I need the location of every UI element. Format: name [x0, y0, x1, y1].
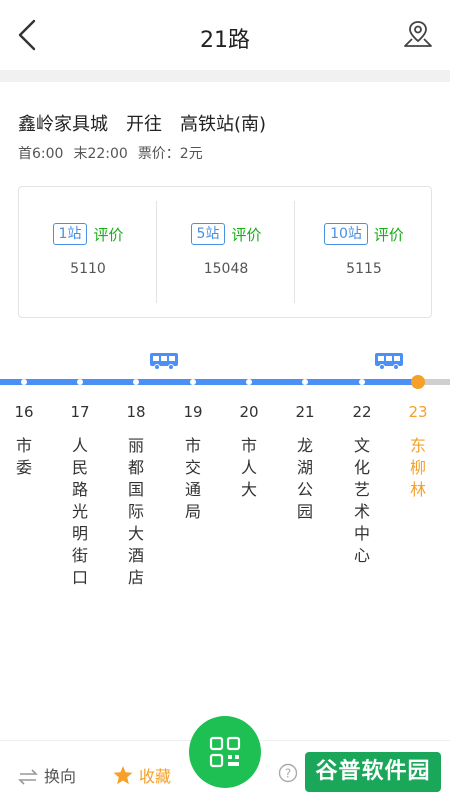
current-stop-item[interactable]: 23 东柳林	[400, 403, 436, 501]
favorite-button[interactable]: 收藏	[113, 763, 171, 787]
reverse-label: 换向	[44, 767, 77, 786]
last-bus-time: 末22:00	[73, 146, 128, 162]
rating-card: 1站 评价 5110 5站 评价 15048 10站 评价 5115	[18, 186, 432, 318]
stop-number: 23	[408, 403, 428, 421]
rating-label: 评价	[93, 225, 124, 244]
stop-item[interactable]: 21 龙湖公园	[287, 403, 323, 523]
stop-name: 人民路光明街口	[71, 436, 88, 587]
route-direction: 鑫岭家具城 开往 高铁站(南)	[18, 110, 284, 136]
stop-name: 市人大	[240, 436, 257, 499]
stop-dot	[77, 379, 83, 385]
section-divider	[0, 70, 450, 82]
stop-name: 市交通局	[184, 436, 201, 521]
route-line-passed	[0, 379, 418, 385]
stop-item[interactable]: 18 丽都国际大酒店	[118, 403, 154, 589]
stop-number: 20	[239, 403, 259, 421]
swap-icon	[18, 769, 38, 785]
map-pin-icon[interactable]	[402, 18, 434, 50]
qr-code-icon	[209, 736, 241, 768]
bus-icon	[150, 353, 178, 370]
stop-number: 18	[126, 403, 146, 421]
rating-label: 评价	[231, 225, 262, 244]
qr-scan-button[interactable]	[189, 716, 261, 788]
stop-item[interactable]: 20 市人大	[231, 403, 267, 501]
stop-number: 16	[14, 403, 34, 421]
rating-value: 5115	[346, 261, 382, 277]
star-icon	[113, 766, 133, 785]
stop-item[interactable]: 19 市交通局	[175, 403, 211, 523]
stop-name: 丽都国际大酒店	[127, 436, 144, 587]
stop-dot	[302, 379, 308, 385]
stop-count-badge: 1站	[52, 223, 88, 245]
rating-cell-10[interactable]: 10站 评价 5115	[295, 187, 433, 317]
rating-cell-5[interactable]: 5站 评价 15048	[157, 187, 295, 317]
stop-name: 东柳林	[409, 436, 426, 499]
stop-name: 市委	[15, 436, 32, 477]
rating-label: 评价	[373, 225, 404, 244]
bus-route-page: 21路 鑫岭家具城 开往 高铁站(南) 首6:00 末22:00 票价：2元 1站 评价 …	[0, 0, 450, 800]
stop-number: 17	[70, 403, 90, 421]
route-times: 首6:00 末22:00 票价：2元	[18, 143, 213, 163]
stop-item[interactable]: 22 文化艺术中心	[344, 403, 380, 567]
route-from: 鑫岭家具城	[18, 114, 108, 135]
top-bar: 21路	[0, 0, 450, 70]
route-to: 高铁站(南)	[180, 114, 267, 135]
help-glyph: ?	[285, 767, 291, 781]
stop-item[interactable]: 17 人民路光明街口	[62, 403, 98, 589]
reverse-direction-button[interactable]: 换向	[18, 763, 76, 787]
stop-number: 21	[295, 403, 315, 421]
rating-cell-1[interactable]: 1站 评价 5110	[19, 187, 157, 317]
first-bus-time: 首6:00	[18, 146, 64, 162]
stop-dot	[133, 379, 139, 385]
stop-dot	[21, 379, 27, 385]
stop-dot	[190, 379, 196, 385]
stop-count-badge: 5站	[190, 223, 226, 245]
stop-name: 龙湖公园	[296, 436, 313, 521]
bus-icon	[375, 353, 403, 370]
rating-value: 5110	[70, 261, 106, 277]
stop-number: 22	[352, 403, 372, 421]
route-direction-word: 开往	[126, 114, 162, 135]
help-icon[interactable]: ?	[278, 763, 298, 784]
stop-item[interactable]: 16 市委	[6, 403, 42, 479]
fare: 票价：2元	[137, 146, 203, 162]
stop-count-badge: 10站	[324, 223, 368, 245]
stop-dot	[246, 379, 252, 385]
stop-name: 文化艺术中心	[353, 436, 370, 565]
rating-value: 15048	[203, 261, 249, 277]
page-title: 21路	[200, 28, 250, 53]
favorite-label: 收藏	[139, 767, 172, 786]
current-stop-dot	[411, 375, 425, 389]
stop-number: 19	[183, 403, 203, 421]
stop-dot	[359, 379, 365, 385]
watermark-logo: 谷普软件园	[305, 752, 441, 792]
